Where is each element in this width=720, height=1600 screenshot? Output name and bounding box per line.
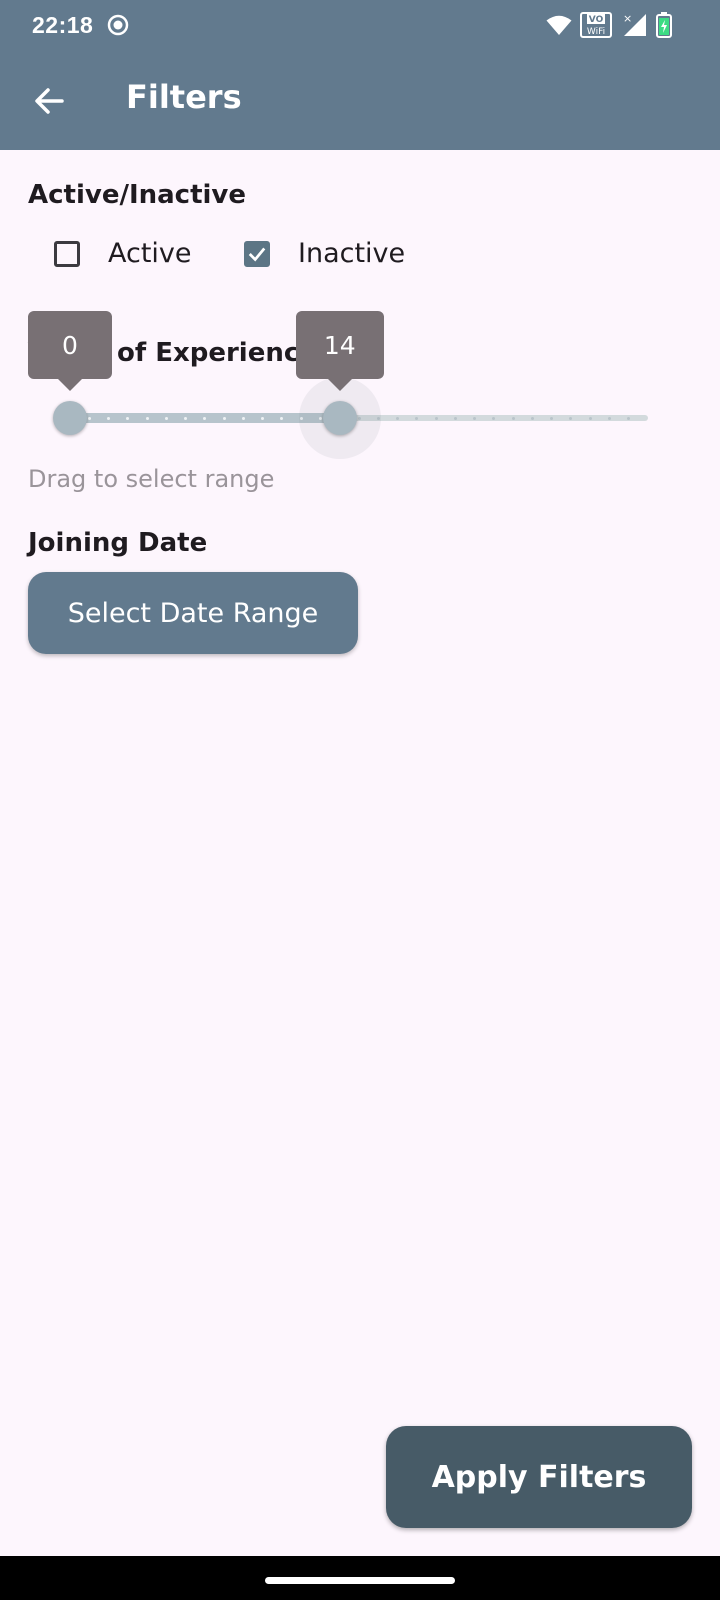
slider-hint: Drag to select range bbox=[28, 465, 275, 493]
joining-date-title: Joining Date bbox=[28, 528, 208, 558]
wifi-icon bbox=[546, 14, 572, 40]
slider-tick bbox=[415, 416, 419, 420]
active-inactive-title: Active/Inactive bbox=[28, 180, 247, 210]
home-gesture-handle[interactable] bbox=[265, 1577, 455, 1584]
slider-tick bbox=[453, 416, 457, 420]
status-time: 22:18 bbox=[32, 12, 94, 38]
slider-tick bbox=[627, 416, 631, 420]
active-checkbox[interactable] bbox=[54, 240, 80, 267]
inactive-label: Inactive bbox=[298, 238, 406, 269]
slider-thumb-high[interactable] bbox=[322, 401, 357, 435]
slider-tick bbox=[241, 416, 245, 420]
slider-tick bbox=[145, 416, 149, 420]
slider-tick bbox=[396, 416, 400, 420]
vowifi-icon: VO WiFi bbox=[580, 12, 612, 42]
slider-tick bbox=[164, 416, 168, 420]
slider-thumb-low[interactable] bbox=[53, 401, 87, 435]
inactive-checkbox[interactable] bbox=[244, 240, 270, 267]
checkmark-icon bbox=[248, 247, 266, 261]
slider-tick bbox=[434, 416, 438, 420]
slider-tick bbox=[126, 416, 130, 420]
back-arrow-icon[interactable] bbox=[30, 82, 68, 120]
battery-charging-icon bbox=[656, 12, 672, 42]
apply-filters-button[interactable]: Apply Filters bbox=[386, 1426, 692, 1528]
slider-tick bbox=[107, 416, 111, 420]
slider-tick bbox=[184, 416, 188, 420]
svg-text:VO: VO bbox=[589, 15, 604, 25]
app-bar: Filters bbox=[0, 52, 720, 150]
slider-tick bbox=[261, 416, 265, 420]
slider-tick bbox=[473, 416, 477, 420]
record-icon bbox=[107, 14, 129, 40]
active-checkbox-row[interactable]: Active bbox=[54, 238, 192, 269]
active-label: Active bbox=[108, 238, 192, 269]
slider-tick bbox=[588, 416, 592, 420]
slider-tick bbox=[607, 416, 611, 420]
slider-tick bbox=[530, 416, 534, 420]
navigation-bar bbox=[0, 1556, 720, 1600]
status-bar: 22:18 VO WiFi × bbox=[0, 0, 720, 52]
inactive-checkbox-row[interactable]: Inactive bbox=[244, 238, 405, 269]
status-icons: VO WiFi × bbox=[546, 12, 672, 42]
slider-tick bbox=[511, 416, 515, 420]
svg-text:×: × bbox=[623, 12, 632, 25]
slider-tick bbox=[550, 416, 554, 420]
slider-value-high: 14 bbox=[295, 311, 384, 391]
slider-value-low: 0 bbox=[28, 311, 112, 391]
select-date-range-button[interactable]: Select Date Range bbox=[28, 572, 358, 654]
signal-icon: × bbox=[620, 12, 648, 42]
slider-tick bbox=[222, 416, 226, 420]
page-title: Filters bbox=[126, 78, 242, 116]
svg-text:WiFi: WiFi bbox=[587, 27, 605, 37]
slider-tick bbox=[87, 416, 91, 420]
